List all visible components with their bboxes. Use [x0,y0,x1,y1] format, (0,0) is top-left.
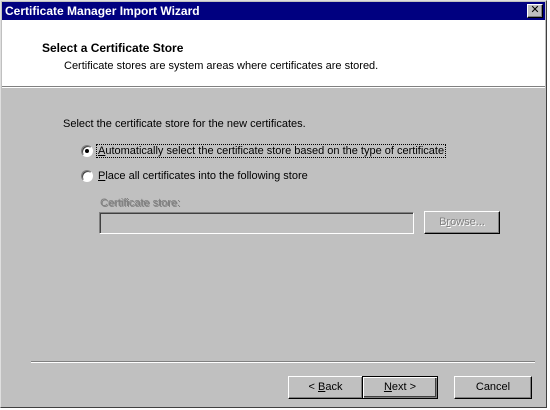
radio-auto-select[interactable]: Automatically select the certificate sto… [81,144,461,160]
back-button[interactable]: < Back [288,376,363,399]
certificate-store-field [99,212,414,234]
header-divider [2,86,545,88]
browse-button: Browse... [424,211,500,234]
cancel-button[interactable]: Cancel [454,376,532,399]
focus-rectangle: Automatically select the certificate sto… [96,144,447,158]
title-bar[interactable]: Certificate Manager Import Wizard ✕ [2,2,545,20]
radio-button-icon[interactable] [81,170,93,182]
page-subtitle: Certificate stores are system areas wher… [64,60,379,72]
next-button[interactable]: Next > [362,376,438,399]
instruction-text: Select the certificate store for the new… [63,118,306,130]
header-panel: Select a Certificate Store Certificate s… [2,20,545,86]
radio-selected-dot [85,149,89,153]
wizard-window: Certificate Manager Import Wizard ✕ Sele… [0,0,547,408]
close-icon: ✕ [530,4,540,16]
radio-button-icon[interactable] [81,145,93,157]
radio-place-all[interactable]: Place all certificates into the followin… [81,169,321,185]
close-button[interactable]: ✕ [527,4,543,18]
radio-auto-label[interactable]: Automatically select the certificate sto… [96,144,447,158]
footer-divider [31,361,535,363]
radio-place-label[interactable]: Place all certificates into the followin… [98,170,308,182]
window-title: Certificate Manager Import Wizard [5,4,200,18]
page-title: Select a Certificate Store [42,41,184,55]
certificate-store-label: Certificate store: [100,197,181,209]
